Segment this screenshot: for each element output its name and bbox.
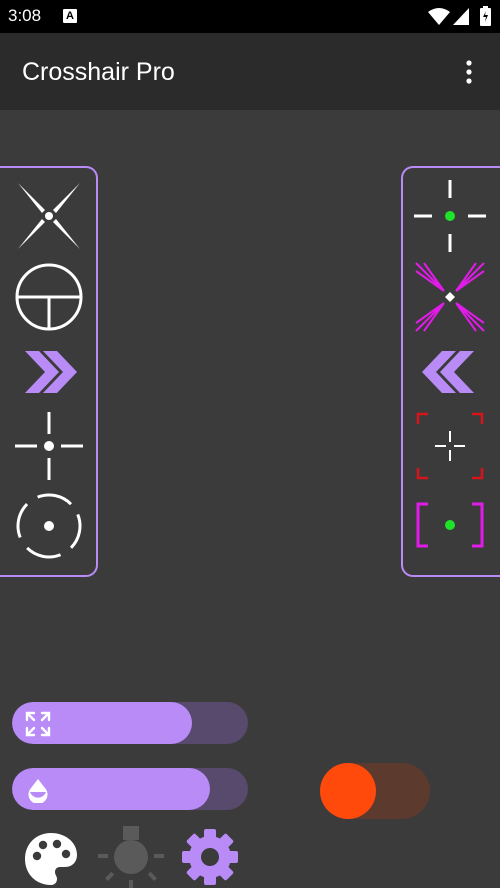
app-title: Crosshair Pro	[22, 58, 175, 86]
double-chevron-left-crosshair[interactable]	[414, 336, 486, 408]
dot-cross-crosshair[interactable]	[13, 410, 85, 482]
magenta-bracket-green-dot-crosshair[interactable]	[414, 490, 486, 562]
crosshair-toggle-thumb[interactable]	[320, 763, 376, 819]
status-bar: 3:08 A	[0, 0, 500, 33]
lightbulb-icon[interactable]	[98, 826, 164, 888]
signal-icon	[453, 8, 469, 25]
double-chevron-right-crosshair[interactable]	[13, 336, 85, 408]
opacity-drop-icon	[28, 779, 48, 803]
status-time: 3:08	[8, 6, 42, 25]
x-cross-crosshair[interactable]	[13, 180, 85, 252]
dashed-circle-dot-crosshair[interactable]	[13, 490, 85, 562]
settings-gear-icon[interactable]	[181, 828, 239, 886]
red-corner-cross-crosshair[interactable]	[414, 410, 486, 482]
opacity-slider[interactable]	[12, 768, 248, 810]
size-slider[interactable]	[12, 702, 248, 744]
palette-icon[interactable]	[22, 830, 80, 888]
app-bar: Crosshair Pro	[0, 33, 500, 110]
wifi-icon	[428, 8, 450, 25]
battery-icon	[480, 6, 491, 26]
magenta-arrows-dot-crosshair[interactable]	[414, 261, 486, 333]
green-dot-cross-crosshair[interactable]	[414, 180, 486, 252]
more-vert-icon[interactable]	[456, 57, 482, 87]
scope-circle-crosshair[interactable]	[13, 261, 85, 333]
notification-badge: A	[63, 9, 77, 23]
expand-icon	[25, 711, 51, 737]
